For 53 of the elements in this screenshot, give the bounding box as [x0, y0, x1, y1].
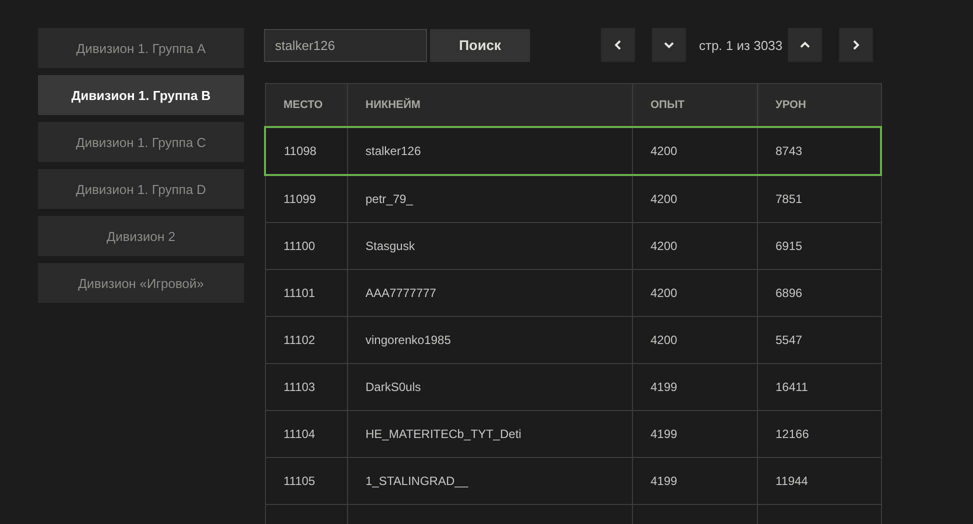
table-cell: 6915 — [757, 222, 881, 270]
chevron-up-icon — [800, 40, 810, 50]
table-cell: 16411 — [757, 364, 881, 410]
sidebar-item[interactable]: Дивизион «Игровой» — [38, 263, 244, 303]
table-cell: HE_MATERITECb_TYT_Deti — [347, 410, 632, 458]
table-cell: 11099 — [265, 175, 347, 222]
chevron-down-icon — [664, 40, 674, 50]
table-cell: 11103 — [265, 364, 347, 410]
table-cell: 5547 — [757, 316, 881, 364]
table-cell: 1_STALINGRAD__ — [347, 458, 632, 504]
table-cell: 11100 — [265, 222, 347, 270]
table-cell: 11102 — [265, 316, 347, 364]
table-cell: 11944 — [757, 458, 881, 504]
table-cell: 11105 — [265, 458, 347, 504]
table-cell: DarkS0uls — [347, 364, 632, 410]
table-cell: 8743 — [757, 127, 881, 175]
page-indicator: стр. 1 из 3033 — [699, 38, 783, 52]
table-cell: 4200 — [632, 316, 757, 364]
table-cell: 4199 — [632, 364, 757, 410]
table-cell: 7851 — [757, 175, 881, 222]
search-field[interactable]: stalker126 — [264, 28, 427, 62]
table-cell: 6896 — [757, 270, 881, 316]
sidebar-item[interactable]: Дивизион 1. Группа B — [38, 75, 244, 115]
search-button[interactable]: Поиск — [430, 28, 530, 62]
next-page-button[interactable] — [838, 28, 873, 62]
table-cell: 4199 — [632, 458, 757, 504]
column-header: НИКНЕЙМ — [347, 84, 632, 127]
table-cell: 4200 — [632, 127, 757, 175]
sidebar-item[interactable]: Дивизион 2 — [38, 216, 244, 256]
sidebar-item[interactable]: Дивизион 1. Группа C — [38, 122, 244, 162]
previous-page-button[interactable] — [601, 28, 635, 62]
table-cell: 11098 — [265, 127, 347, 175]
column-header: МЕСТО — [265, 84, 347, 127]
table-cell: vingorenko1985 — [347, 316, 632, 364]
table-cell: 4200 — [632, 222, 757, 270]
chevron-right-icon — [850, 40, 861, 50]
sidebar-item[interactable]: Дивизион 1. Группа A — [38, 28, 244, 68]
table-cell: stalker126 — [347, 127, 632, 175]
table-cell: 11101 — [265, 270, 347, 316]
table-cell: 4200 — [632, 270, 757, 316]
page-up-button[interactable] — [788, 28, 822, 62]
table-cell: petr_79_ — [347, 175, 632, 222]
column-header: ОПЫТ — [632, 84, 757, 127]
sidebar-item[interactable]: Дивизион 1. Группа D — [38, 169, 244, 209]
table-cell: 12166 — [757, 410, 881, 458]
table-cell: 4199 — [632, 410, 757, 458]
table-cell: 4200 — [632, 175, 757, 222]
chevron-left-icon — [613, 40, 623, 50]
table-cell: 11104 — [265, 410, 347, 458]
column-header: УРОН — [757, 84, 881, 127]
table-cell: AAA7777777 — [347, 270, 632, 316]
page-down-button[interactable] — [652, 28, 686, 62]
table-cell: Stasgusk — [347, 222, 632, 270]
